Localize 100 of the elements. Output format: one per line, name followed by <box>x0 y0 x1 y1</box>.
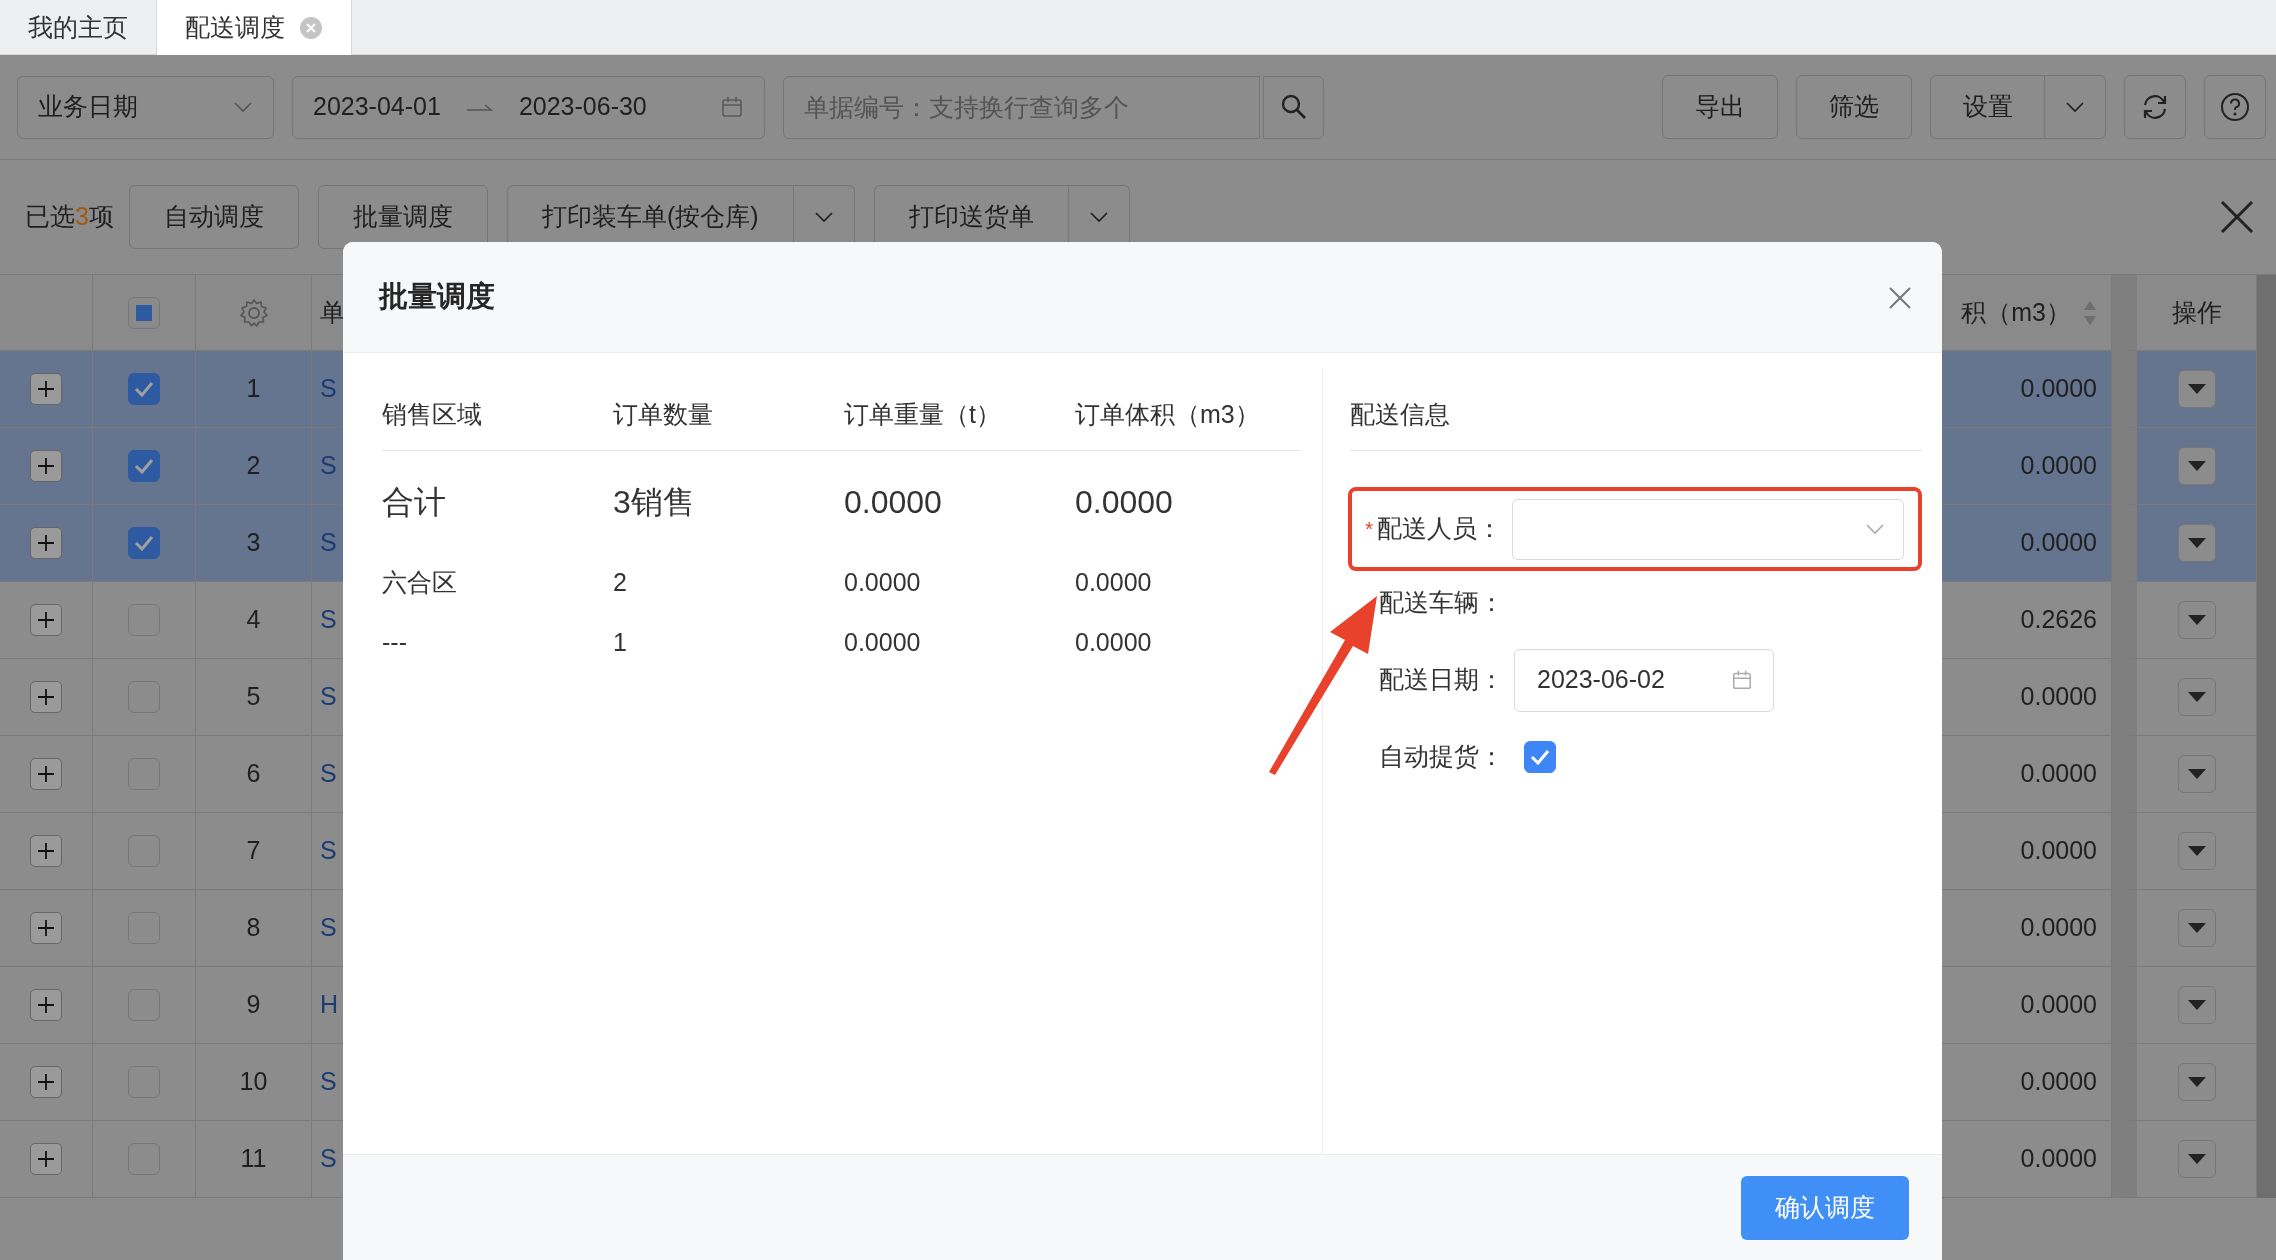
toolbar-button[interactable]: 导出 <box>1662 75 1778 139</box>
date-type-select[interactable]: 业务日期 <box>17 75 274 139</box>
expand-button[interactable] <box>30 835 62 867</box>
expand-button[interactable] <box>30 912 62 944</box>
select-field[interactable] <box>1512 498 1904 560</box>
table-cell-text: 0.0000 <box>844 627 922 659</box>
plus-icon <box>36 841 56 861</box>
expand-button[interactable] <box>30 1066 62 1098</box>
dropdown-button[interactable] <box>2177 755 2216 793</box>
scrollbar[interactable] <box>2257 275 2276 1198</box>
table-cell-text: 4 <box>246 604 261 636</box>
caret-down-icon <box>2187 538 2206 548</box>
table-cell-text: 3 <box>246 527 261 559</box>
date-range-field[interactable]: 2023-04-01 2023-06-30 <box>292 75 765 139</box>
chevron-down-icon <box>2065 99 2085 115</box>
table-cell-text: S <box>320 450 337 482</box>
table-cell-text: 0.0000 <box>1075 627 1153 659</box>
expand-button[interactable] <box>30 989 62 1021</box>
column-header: 操作 <box>2171 296 2222 328</box>
row-checkbox[interactable] <box>128 527 160 559</box>
expand-button[interactable] <box>30 758 62 790</box>
confirm-button[interactable]: 确认调度 <box>1741 1175 1909 1240</box>
row-checkbox[interactable] <box>128 373 160 405</box>
table-cell-text: H <box>320 989 339 1021</box>
date-field[interactable]: 2023-06-02 <box>1514 648 1774 712</box>
dropdown-button[interactable] <box>2177 1063 2216 1101</box>
expand-button[interactable] <box>30 527 62 559</box>
expand-button[interactable] <box>30 1143 62 1175</box>
table-cell-text: 0.0000 <box>844 567 922 599</box>
table-cell-text: S <box>320 527 337 559</box>
expand-button[interactable] <box>30 450 62 482</box>
caret-down-icon <box>2187 1000 2206 1010</box>
action-button[interactable]: 自动调度 <box>128 185 299 249</box>
close-button[interactable] <box>2218 198 2256 236</box>
field-label: 自动提货： <box>1379 741 1504 773</box>
plus-icon <box>36 1149 56 1169</box>
dropdown-button[interactable] <box>2177 986 2216 1024</box>
plus-icon <box>36 610 56 630</box>
table-cell-text: 0.0000 <box>1075 567 1153 599</box>
table-cell-text: S <box>320 373 337 405</box>
header-checkbox[interactable] <box>128 296 160 329</box>
table-cell-text: 六合区 <box>382 567 458 599</box>
table-cell-text: 2 <box>246 450 261 482</box>
table-cell-text: 0.0000 <box>2020 758 2097 790</box>
dropdown-button[interactable] <box>2177 678 2216 716</box>
table-cell-text: S <box>320 1066 337 1098</box>
table-cell-text: 0.0000 <box>2020 912 2097 944</box>
plus-icon <box>36 995 56 1015</box>
calendar-icon <box>1731 669 1753 691</box>
table-cell-text: 0.0000 <box>2020 1066 2097 1098</box>
table-cell-text: 0.2626 <box>2020 604 2097 636</box>
refresh-button[interactable] <box>2124 75 2186 139</box>
tab[interactable]: 配送调度 <box>157 0 352 55</box>
table-cell-text: 8 <box>246 912 261 944</box>
table-cell-text: 10 <box>239 1066 268 1098</box>
total-cell-text: 3销售 <box>613 483 696 522</box>
dropdown-button[interactable] <box>2177 1140 2216 1178</box>
search-field[interactable]: 单据编号：支持换行查询多个 <box>783 75 1260 139</box>
dropdown-button[interactable] <box>2177 524 2216 562</box>
expand-button[interactable] <box>30 373 62 405</box>
table-cell-text: 6 <box>246 758 261 790</box>
dropdown-button[interactable] <box>2177 832 2216 870</box>
table-cell-text: 0.0000 <box>2020 989 2097 1021</box>
dropdown-button[interactable] <box>2177 370 2216 408</box>
plus-icon <box>36 1072 56 1092</box>
caret-down-icon <box>2187 615 2206 625</box>
close-icon <box>2219 199 2255 235</box>
total-cell-text: 合计 <box>382 483 447 522</box>
action-button[interactable]: 批量调度 <box>317 185 488 249</box>
table-cell-text: S <box>320 835 337 867</box>
dropdown-button[interactable] <box>2177 601 2216 639</box>
search-button[interactable] <box>1263 75 1324 139</box>
check-icon <box>134 458 154 474</box>
check-icon <box>134 535 154 551</box>
caret-down-icon <box>2187 846 2206 856</box>
expand-button[interactable] <box>30 604 62 636</box>
dropdown-button[interactable] <box>2177 909 2216 947</box>
dropdown-button[interactable] <box>2177 447 2216 485</box>
check-icon <box>134 381 154 397</box>
table-cell-text: 9 <box>246 989 261 1021</box>
table-cell-text: 5 <box>246 681 261 713</box>
field-label: 配送车辆： <box>1379 587 1504 619</box>
toolbar-button[interactable]: 筛选 <box>1796 75 1912 139</box>
plus-icon <box>36 918 56 938</box>
table-cell-text: S <box>320 681 337 713</box>
table-cell-text: 2 <box>613 567 628 599</box>
caret-down-icon <box>2187 461 2206 471</box>
settings-button[interactable]: 设置 <box>1930 75 2045 139</box>
row-checkbox[interactable] <box>128 450 160 482</box>
caret-down-icon <box>2187 923 2206 933</box>
column-header: 积（m3） <box>1961 296 2071 328</box>
close-button[interactable] <box>1888 284 1912 310</box>
field-label: 配送人员： <box>1377 513 1502 545</box>
expand-button[interactable] <box>30 681 62 713</box>
table-cell-text: --- <box>382 627 408 659</box>
checkbox[interactable] <box>1524 741 1556 773</box>
plus-icon <box>36 764 56 784</box>
caret-down-icon <box>2187 1154 2206 1164</box>
help-button[interactable] <box>2204 75 2266 139</box>
table-cell-text: S <box>320 604 337 636</box>
